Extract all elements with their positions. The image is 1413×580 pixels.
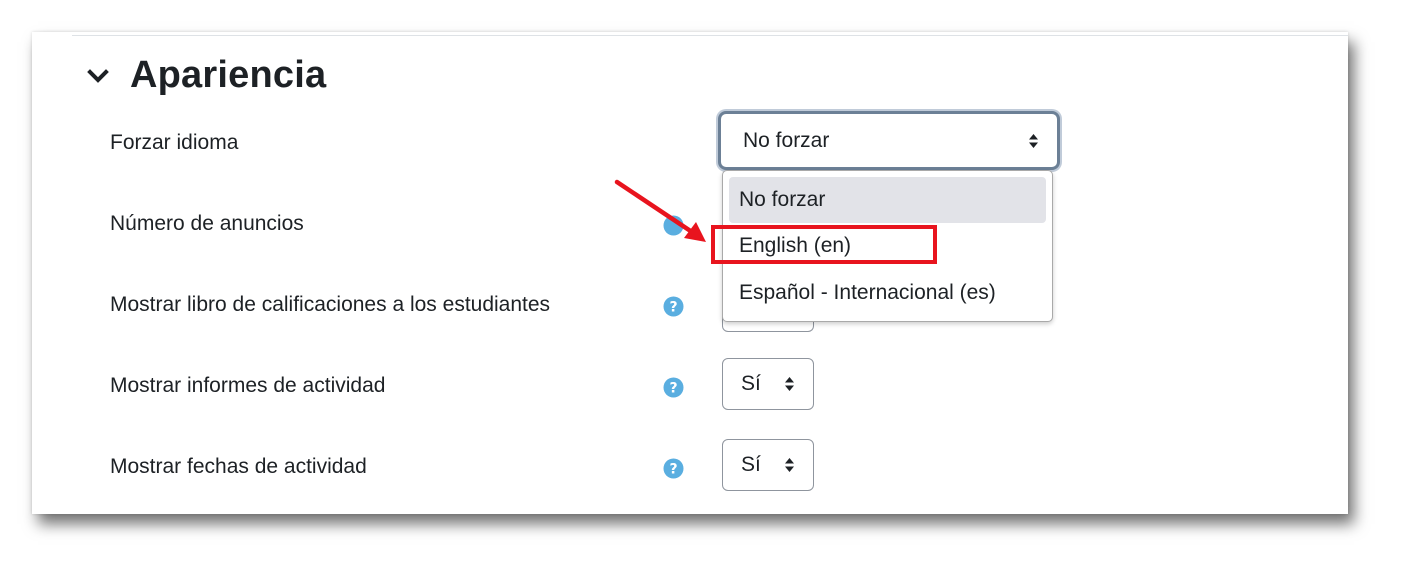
chevron-down-icon[interactable]	[86, 64, 110, 88]
fechas-actividad-select[interactable]: Sí	[722, 439, 814, 491]
informes-actividad-select[interactable]: Sí	[722, 358, 814, 410]
informes-actividad-value: Sí	[741, 372, 761, 395]
option-no-forzar[interactable]: No forzar	[729, 177, 1046, 223]
label-fechas-actividad: Mostrar fechas de actividad	[110, 455, 367, 478]
label-informes-actividad: Mostrar informes de actividad	[110, 374, 386, 397]
svg-text:?: ?	[669, 300, 677, 316]
label-libro-calificaciones: Mostrar libro de calificaciones a los es…	[110, 293, 551, 316]
option-espanol[interactable]: Español - Internacional (es)	[729, 270, 1046, 316]
forzar-idioma-value: No forzar	[743, 128, 830, 152]
annotation-arrow-icon	[614, 179, 706, 242]
sort-arrows-icon	[785, 458, 794, 472]
annotation-highlight-box	[711, 225, 937, 264]
svg-text:?: ?	[669, 381, 677, 397]
label-numero-anuncios: Número de anuncios	[110, 212, 304, 235]
sort-arrows-icon	[785, 377, 794, 391]
section-header[interactable]: Apariencia	[86, 54, 326, 97]
fechas-actividad-value: Sí	[741, 453, 761, 476]
question-circle-icon[interactable]: ?	[663, 377, 684, 398]
svg-text:?: ?	[669, 462, 677, 478]
question-circle-icon[interactable]: ?	[663, 296, 684, 317]
section-title: Apariencia	[130, 54, 327, 96]
appearance-panel: Apariencia Forzar idioma No forzar Númer…	[32, 32, 1348, 514]
label-forzar-idioma: Forzar idioma	[110, 131, 239, 154]
forzar-idioma-select[interactable]: No forzar	[718, 111, 1060, 170]
question-circle-icon[interactable]: ?	[663, 458, 684, 479]
sort-arrows-icon	[1029, 133, 1038, 148]
divider	[72, 35, 1348, 36]
